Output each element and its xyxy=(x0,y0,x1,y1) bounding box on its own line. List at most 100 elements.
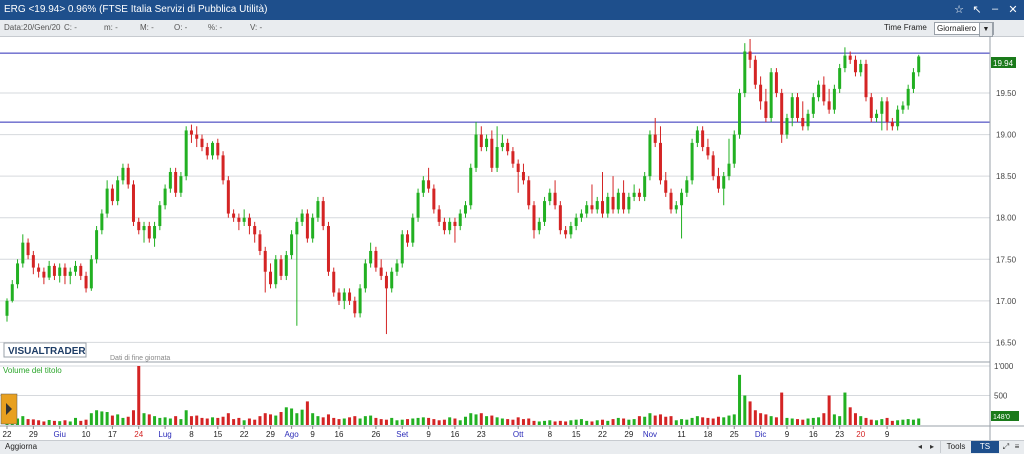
candle-body xyxy=(374,250,378,268)
candle-body xyxy=(585,205,589,214)
time-tick-label: 16 xyxy=(809,430,818,439)
volume-bar xyxy=(458,420,462,425)
volume-bar xyxy=(353,416,357,425)
volume-bar xyxy=(200,417,204,425)
candle-body xyxy=(305,213,309,239)
volume-bar xyxy=(79,420,83,425)
volume-bar xyxy=(585,420,589,425)
candle-body xyxy=(211,142,215,156)
candle-body xyxy=(711,155,715,177)
volume-bar xyxy=(221,416,225,425)
time-tick-label: Lug xyxy=(158,430,171,439)
candle-body xyxy=(574,217,578,227)
volume-bar xyxy=(168,418,172,425)
volume-bar xyxy=(253,419,257,425)
tool-arrow-icon[interactable]: ↖ xyxy=(970,3,984,16)
candle-body xyxy=(406,234,410,243)
scroll-left-icon[interactable]: ◂ xyxy=(915,442,925,452)
volume-bar xyxy=(247,418,251,425)
volume-bar xyxy=(738,374,742,425)
time-tick-label: Set xyxy=(396,430,409,439)
candle-body xyxy=(796,97,799,118)
volume-bar xyxy=(817,417,821,425)
candle-body xyxy=(458,213,462,227)
candle-body xyxy=(442,221,446,231)
candle-body xyxy=(537,221,541,231)
star-icon[interactable]: ☆ xyxy=(952,3,966,16)
candle-body xyxy=(16,263,20,285)
volume-bar xyxy=(427,417,431,425)
candle-body xyxy=(896,109,900,127)
volume-bar xyxy=(558,420,562,425)
candle-body xyxy=(416,192,420,218)
candle-body xyxy=(105,188,109,214)
candle-body xyxy=(843,55,847,69)
time-tick-label: 29 xyxy=(29,430,38,439)
candle-body xyxy=(300,213,304,222)
candle-body xyxy=(321,201,325,227)
volume-bar xyxy=(395,420,399,425)
candle-body xyxy=(47,265,51,278)
volume-bar xyxy=(890,420,894,425)
time-tick-label: 20 xyxy=(856,430,865,439)
candle-body xyxy=(263,250,267,272)
candle-body xyxy=(379,267,383,276)
candle-body xyxy=(616,192,620,210)
candle-body xyxy=(643,176,647,197)
scroll-right-icon[interactable]: ▸ xyxy=(927,442,937,452)
volume-bar xyxy=(184,410,188,425)
expand-icon[interactable]: ⤢ xyxy=(1001,442,1011,452)
candle-body xyxy=(232,213,236,218)
volume-bar xyxy=(516,417,520,425)
volume-bar xyxy=(885,417,889,425)
footer-bar: Aggiorna ◂ ▸ Tools TS OFF ⤢ ≡ xyxy=(0,440,1024,463)
refresh-button[interactable]: Aggiorna xyxy=(5,442,37,451)
candle-body xyxy=(237,217,241,222)
price-tick-label: 18.50 xyxy=(996,172,1017,181)
candle-body xyxy=(753,59,757,85)
candle-body xyxy=(316,201,320,218)
volume-bar xyxy=(474,414,478,425)
volume-bar xyxy=(521,419,525,425)
time-tick-label: 9 xyxy=(310,430,315,439)
watermark-brand: VISUALTRADER xyxy=(8,346,86,357)
volume-bar xyxy=(669,416,673,425)
chevron-down-icon[interactable]: ▼ xyxy=(979,22,993,37)
ts-off-button[interactable]: TS OFF xyxy=(971,441,999,463)
candle-body xyxy=(163,188,167,206)
volume-bar xyxy=(527,418,531,425)
volume-bar xyxy=(637,416,641,425)
volume-bar xyxy=(843,392,847,425)
candle-body xyxy=(774,72,778,94)
candle-body xyxy=(827,101,831,110)
volume-bar xyxy=(269,414,272,425)
volume-bar xyxy=(785,417,789,425)
candle-body xyxy=(690,142,694,181)
volume-bar xyxy=(743,395,747,425)
price-chart[interactable]: 16.50 17.00 17.50 18.00 18.50 19.00 19.50 1'00… xyxy=(0,37,1024,440)
candle-body xyxy=(226,180,230,214)
volume-bar xyxy=(416,417,420,425)
volume-bar xyxy=(853,413,857,425)
candle-body xyxy=(637,192,641,197)
info-bar: Data:20/Gen/20 C: - m: - M: - O: - %: - … xyxy=(0,20,1024,37)
volume-bar xyxy=(400,419,404,425)
close-icon[interactable]: ✕ xyxy=(1006,3,1020,16)
tools-button[interactable]: Tools xyxy=(940,441,971,453)
volume-bar xyxy=(595,420,599,425)
volume-bar xyxy=(711,418,715,425)
minimize-icon[interactable]: – xyxy=(988,3,1002,15)
candle-body xyxy=(326,226,330,272)
volume-bar xyxy=(680,419,684,425)
volume-bar xyxy=(116,414,120,425)
volume-bar xyxy=(337,419,341,425)
candle-body xyxy=(880,101,884,114)
price-axis: 16.50 17.00 17.50 18.00 18.50 19.00 19.50 xyxy=(996,89,1017,347)
time-tick-label: 18 xyxy=(703,430,712,439)
volume-bar xyxy=(147,414,151,425)
candle-body xyxy=(158,205,162,227)
candle-body xyxy=(611,196,615,210)
menu-icon[interactable]: ≡ xyxy=(1012,442,1022,452)
volume-bar xyxy=(442,419,446,425)
watermark-note: Dati di fine giornata xyxy=(110,355,170,362)
